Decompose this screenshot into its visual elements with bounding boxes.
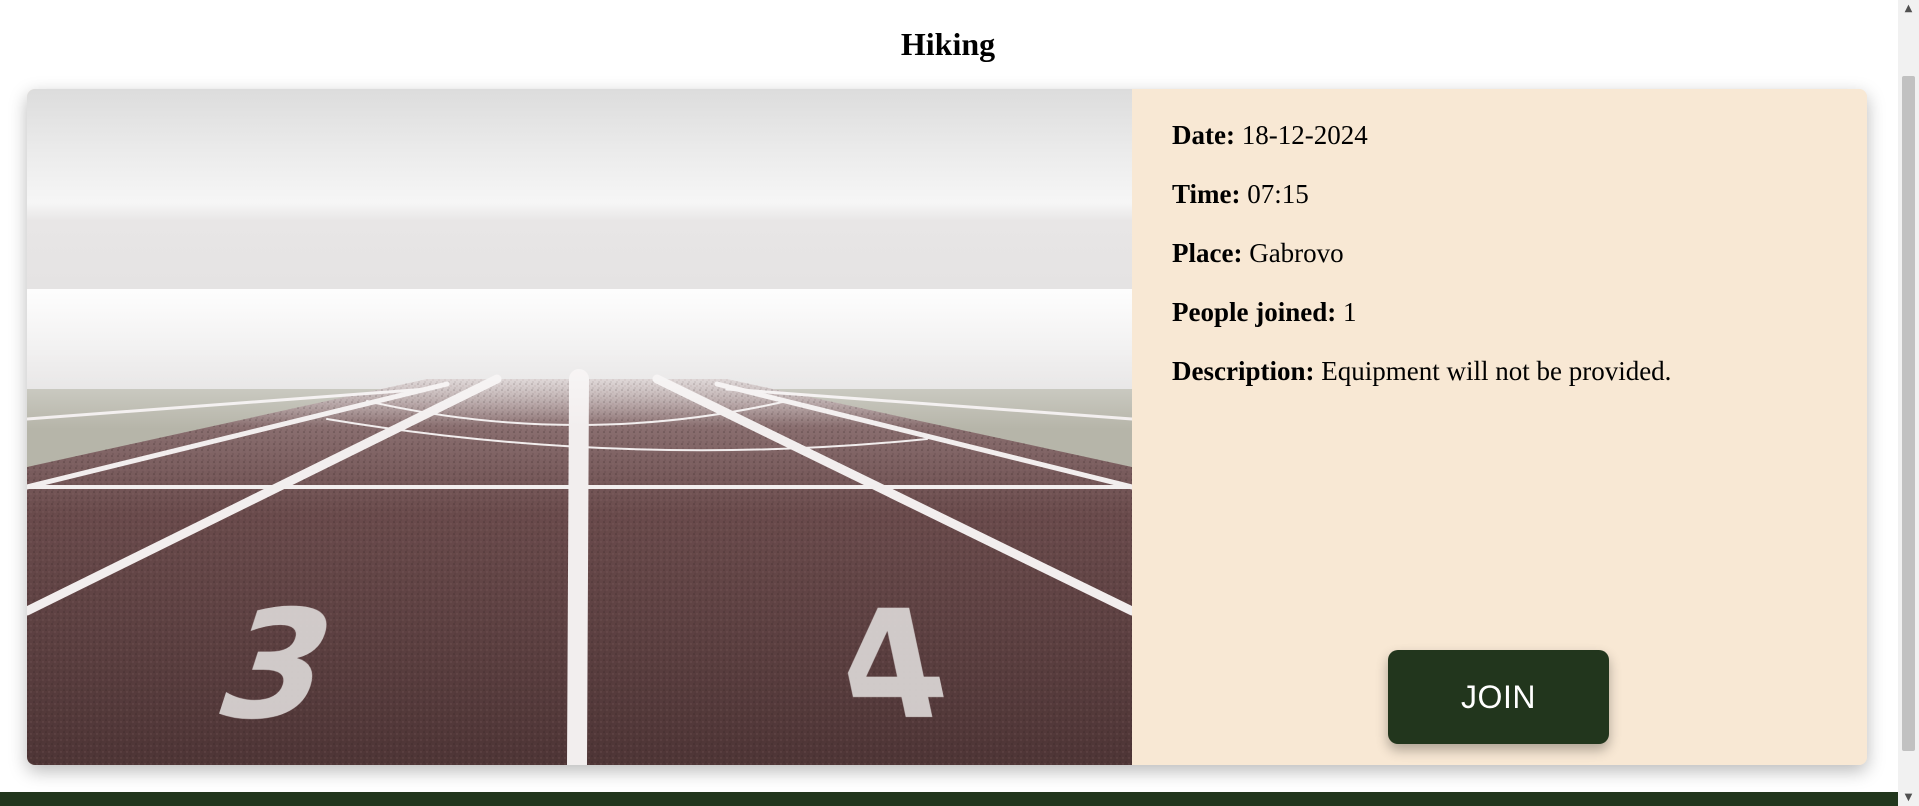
footer-bar — [0, 792, 1898, 806]
description-label: Description: — [1172, 356, 1315, 386]
place-value: Gabrovo — [1249, 238, 1344, 268]
join-button[interactable]: JOIN — [1388, 650, 1609, 744]
place-label: Place: — [1172, 238, 1243, 268]
description-value: Equipment will not be provided. — [1321, 356, 1672, 386]
time-value: 07:15 — [1247, 179, 1309, 209]
people-joined-label: People joined: — [1172, 297, 1337, 327]
page: Hiking 3 4 Date: 18-12-2024 Time: 07:15 … — [0, 0, 1919, 806]
event-card: 3 4 Date: 18-12-2024 Time: 07:15 Place: … — [27, 89, 1867, 765]
date-row: Date: 18-12-2024 — [1172, 121, 1827, 150]
date-value: 18-12-2024 — [1241, 120, 1368, 150]
event-image: 3 4 — [27, 89, 1132, 765]
place-row: Place: Gabrovo — [1172, 239, 1827, 268]
time-label: Time: — [1172, 179, 1241, 209]
chevron-up-icon[interactable]: ▲ — [1898, 0, 1919, 17]
scrollbar-thumb[interactable] — [1902, 76, 1915, 751]
people-joined-row: People joined: 1 — [1172, 298, 1827, 327]
chevron-down-icon[interactable]: ▼ — [1898, 789, 1919, 806]
event-details: Date: 18-12-2024 Time: 07:15 Place: Gabr… — [1132, 89, 1867, 765]
viewport: Hiking 3 4 Date: 18-12-2024 Time: 07:15 … — [0, 0, 1898, 806]
date-label: Date: — [1172, 120, 1235, 150]
people-joined-value: 1 — [1342, 297, 1357, 327]
page-title: Hiking — [900, 26, 996, 62]
description-row: Description: Equipment will not be provi… — [1172, 357, 1827, 386]
vertical-scrollbar[interactable]: ▲ ▼ — [1898, 0, 1919, 806]
time-row: Time: 07:15 — [1172, 180, 1827, 209]
